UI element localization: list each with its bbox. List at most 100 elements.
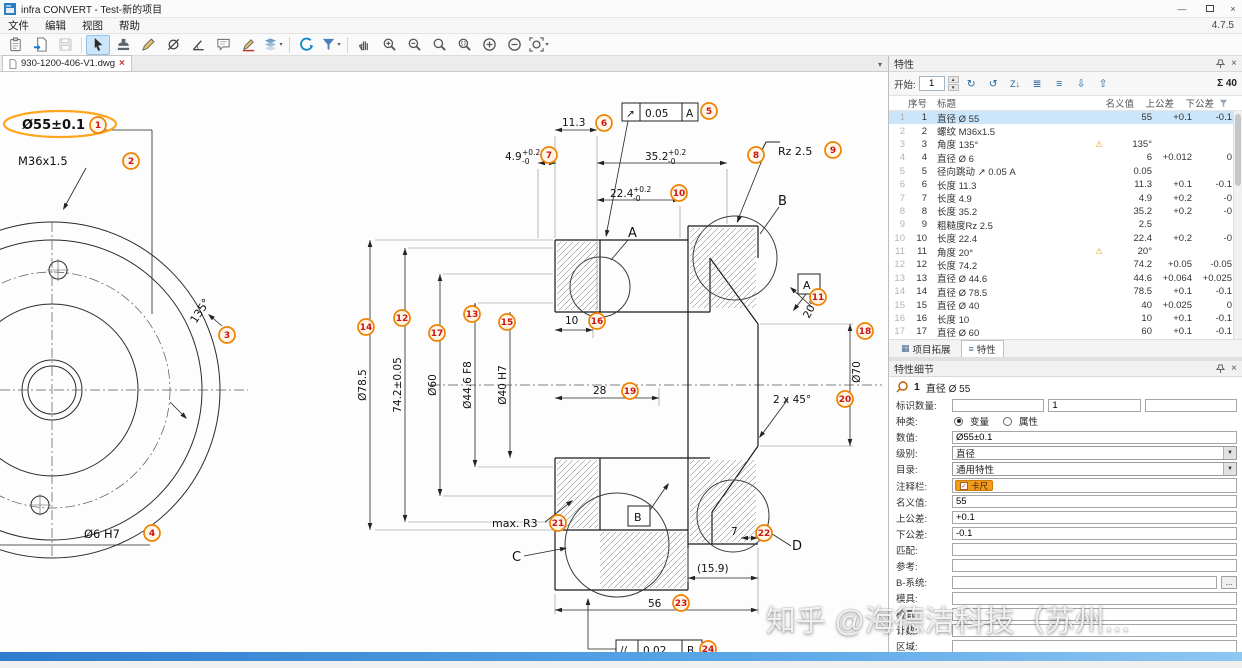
- stepper-up-icon[interactable]: ▲: [947, 76, 959, 83]
- balloon-number[interactable]: 11: [812, 293, 825, 303]
- dimension-label[interactable]: 11.3: [562, 117, 585, 129]
- chevron-down-icon[interactable]: ▼: [1223, 463, 1236, 476]
- angle-icon[interactable]: [186, 35, 210, 55]
- menu-edit[interactable]: 编辑: [37, 18, 74, 33]
- drawing-canvas[interactable]: Ø55±0.1M36x1.5135°Ø6 H711.34.9 +0.2-0 35.2…: [0, 72, 888, 652]
- balloon-number[interactable]: 7: [546, 151, 552, 161]
- zoom-icon[interactable]: [427, 35, 451, 55]
- dimension-label[interactable]: 22.4: [610, 188, 634, 200]
- feature-row[interactable]: 9 9 粗糙度Rz 2.5 2.5: [889, 218, 1242, 232]
- funnel-icon[interactable]: ▾: [319, 35, 343, 55]
- dimension-label[interactable]: +0.2: [633, 185, 651, 194]
- balloon-number[interactable]: 5: [706, 107, 712, 117]
- qty-input-3[interactable]: [1144, 398, 1237, 412]
- renumber-icon[interactable]: ↻: [962, 75, 981, 92]
- zoom-fit-icon[interactable]: [452, 35, 476, 55]
- feature-row[interactable]: 1 1 直径 Ø 55 55 +0.1 -0.1: [889, 111, 1242, 125]
- menu-file[interactable]: 文件: [0, 18, 37, 33]
- balloon-number[interactable]: 21: [552, 519, 565, 529]
- balloon-number[interactable]: 15: [501, 318, 514, 328]
- feature-row[interactable]: 14 14 直径 Ø 78.5 78.5 +0.1 -0.1: [889, 285, 1242, 299]
- feature-row[interactable]: 2 2 螺纹 M36x1.5: [889, 124, 1242, 139]
- dimension-label[interactable]: Rz 2.5: [778, 145, 812, 158]
- pencil-icon[interactable]: [136, 35, 160, 55]
- dimension-label[interactable]: 0.02: [643, 645, 666, 652]
- dimension-label[interactable]: 35.2: [645, 151, 668, 163]
- browse-more-button[interactable]: ...: [1221, 575, 1237, 589]
- zoom-selection-icon[interactable]: ▾: [527, 35, 551, 55]
- fit-input[interactable]: [952, 543, 1237, 557]
- scrollbar-thumb[interactable]: [1235, 114, 1241, 186]
- pin-icon[interactable]: [1216, 364, 1226, 373]
- start-stepper[interactable]: ▲ ▼: [947, 76, 959, 91]
- feature-row[interactable]: 17 17 直径 Ø 60 60 +0.1 -0.1: [889, 325, 1242, 339]
- gauge-input[interactable]: [952, 607, 1237, 621]
- dimension-label[interactable]: Ø44.6 F8: [462, 361, 474, 409]
- feature-row[interactable]: 13 13 直径 Ø 44.6 44.6 +0.064 +0.025: [889, 272, 1242, 286]
- checkbox-checked-icon[interactable]: ✓: [960, 481, 968, 490]
- balloon-number[interactable]: 6: [601, 119, 607, 129]
- radio-variable[interactable]: [954, 416, 963, 426]
- dimension-label[interactable]: 135°: [188, 296, 213, 325]
- qty-input-1[interactable]: [952, 398, 1045, 412]
- zoom-out-icon[interactable]: [402, 35, 426, 55]
- stepper-down-icon[interactable]: ▼: [947, 84, 959, 91]
- menu-view[interactable]: 视图: [74, 18, 111, 33]
- dimension-label[interactable]: 0.05: [645, 108, 668, 120]
- start-number-input[interactable]: [918, 76, 945, 91]
- dimension-label[interactable]: 7: [731, 526, 738, 538]
- tab-close-icon[interactable]: ×: [119, 58, 125, 69]
- value-input[interactable]: [952, 430, 1237, 444]
- balloon-number[interactable]: 18: [859, 327, 872, 337]
- clipboard-icon[interactable]: [3, 35, 27, 55]
- class-dropdown[interactable]: 直径 ▼: [952, 446, 1237, 461]
- feature-row[interactable]: 10 10 长度 22.4 22.4 +0.2 -0: [889, 232, 1242, 246]
- dimension-label[interactable]: Ø60: [427, 374, 439, 396]
- dimension-label[interactable]: +0.2: [522, 148, 540, 157]
- panel-close-icon[interactable]: ×: [1231, 363, 1237, 374]
- balloon-number[interactable]: 14: [360, 323, 373, 333]
- dimension-label[interactable]: Ø6 H7: [84, 527, 120, 541]
- feature-row[interactable]: 15 15 直径 Ø 40 40 +0.025 0: [889, 298, 1242, 313]
- dimension-label[interactable]: -0: [633, 194, 641, 203]
- balloon-number[interactable]: 22: [758, 529, 771, 539]
- column-no[interactable]: 序号: [889, 96, 927, 110]
- column-title[interactable]: 标题: [927, 96, 1088, 110]
- dimension-label[interactable]: ↗: [626, 108, 635, 120]
- balloon-number[interactable]: 24: [702, 645, 715, 652]
- balloon-number[interactable]: 10: [673, 189, 686, 199]
- dimension-label[interactable]: A: [628, 226, 637, 241]
- dimension-label[interactable]: 10: [565, 315, 578, 327]
- column-upper[interactable]: 上公差: [1134, 96, 1174, 110]
- dimension-label[interactable]: B: [687, 645, 694, 652]
- chevron-down-icon[interactable]: ▼: [1223, 447, 1236, 460]
- dimension-label[interactable]: Ø70: [851, 361, 863, 383]
- dimension-label[interactable]: //: [620, 645, 628, 652]
- dimension-label[interactable]: 4.9: [505, 151, 522, 163]
- panel-close-icon[interactable]: ×: [1231, 58, 1237, 69]
- count-input[interactable]: [952, 623, 1237, 637]
- balloon-number[interactable]: 12: [396, 314, 409, 324]
- dimension-label[interactable]: 56: [648, 598, 662, 610]
- dimension-label[interactable]: Ø78.5: [357, 369, 369, 401]
- table-scrollbar[interactable]: [1233, 111, 1242, 339]
- upper-tolerance-input[interactable]: [952, 511, 1237, 525]
- dimension-label[interactable]: (15.9): [697, 563, 729, 575]
- bsystem-input[interactable]: [952, 575, 1217, 589]
- column-lower[interactable]: 下公差: [1174, 96, 1214, 110]
- balloon-number[interactable]: 16: [591, 317, 604, 327]
- tab-overflow-icon[interactable]: ▾: [878, 60, 888, 71]
- feature-row[interactable]: 3 3 角度 135° ⚠ 135°: [889, 138, 1242, 152]
- hand-icon[interactable]: [352, 35, 376, 55]
- balloon-number[interactable]: 19: [624, 387, 637, 397]
- tab-project-structure[interactable]: ▦ 项目拓展: [893, 340, 959, 358]
- dimension-label[interactable]: Ø55±0.1: [22, 118, 85, 133]
- balloon-number[interactable]: 1: [95, 121, 101, 131]
- caliper-chip[interactable]: ✓ 卡尺: [955, 480, 994, 492]
- sort-icon[interactable]: Z↓: [1006, 75, 1025, 92]
- dimension-label[interactable]: -0: [668, 157, 676, 166]
- feature-row[interactable]: 12 12 长度 74.2 74.2 +0.05 -0.05: [889, 258, 1242, 272]
- balloon-number[interactable]: 23: [675, 599, 688, 609]
- dimension-label[interactable]: +0.2: [668, 148, 686, 157]
- maximize-icon[interactable]: [1196, 0, 1224, 17]
